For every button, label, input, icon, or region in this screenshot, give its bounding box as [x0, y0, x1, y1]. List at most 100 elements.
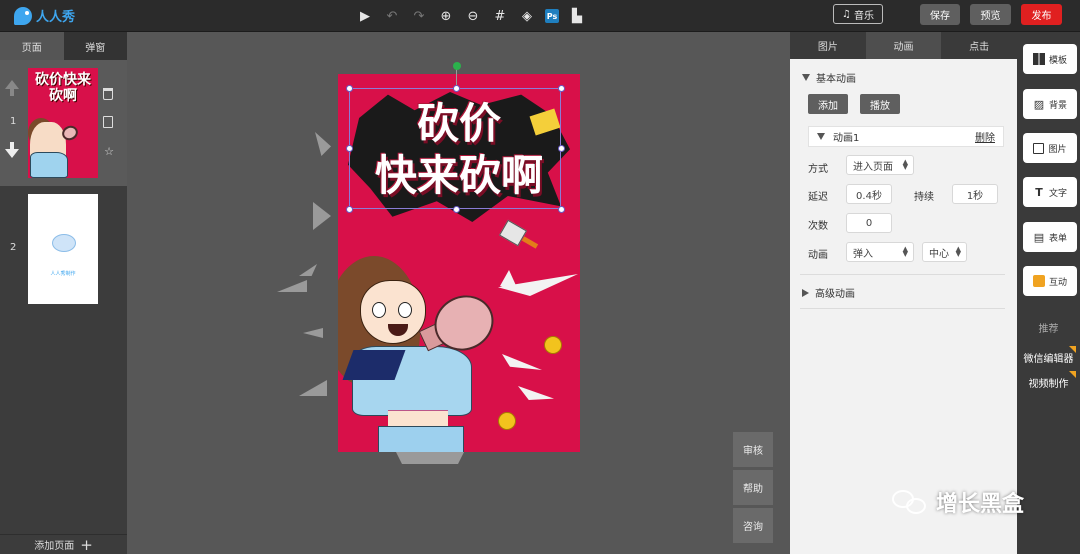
align-icon[interactable]: ▙	[568, 7, 586, 25]
tab-image[interactable]: 图片	[790, 32, 866, 59]
divider	[800, 308, 1005, 309]
play-animation-button[interactable]: 播放	[860, 94, 900, 114]
music-note-icon: ♫	[842, 8, 851, 20]
coin-icon	[544, 336, 562, 354]
mode-select[interactable]: 进入页面 ▲ ▼	[846, 155, 914, 175]
move-down-icon[interactable]	[5, 149, 19, 158]
divider	[800, 274, 1005, 275]
delay-label: 延迟	[808, 192, 828, 203]
count-input[interactable]: 0	[846, 213, 892, 233]
rotate-handle[interactable]	[453, 62, 461, 70]
add-animation-button[interactable]: 添加	[808, 94, 848, 114]
interaction-button[interactable]: 互动	[1023, 266, 1077, 296]
basic-animation-header[interactable]: 基本动画	[802, 70, 856, 85]
watermark: 增长黑盒	[892, 486, 1024, 518]
select-arrows-icon: ▲ ▼	[902, 158, 908, 171]
background-label: 背景	[1048, 100, 1067, 111]
collapse-icon	[802, 74, 810, 81]
thumbnail-shirt	[30, 152, 68, 178]
music-button[interactable]: ♫ 音乐	[833, 4, 883, 24]
offcanvas-shard	[315, 132, 331, 156]
tab-pages[interactable]: 页面	[0, 32, 64, 60]
save-button[interactable]: 保存	[920, 4, 960, 25]
resize-handle[interactable]	[346, 145, 353, 152]
video-making-link[interactable]: 视频制作	[1017, 371, 1080, 390]
resize-handle[interactable]	[346, 85, 353, 92]
background-icon: ▨	[1033, 97, 1045, 111]
text-label: 文字	[1048, 188, 1067, 199]
duration-input[interactable]: 1秒	[952, 184, 998, 204]
review-button[interactable]: 审核	[733, 432, 773, 468]
help-button[interactable]: 帮助	[733, 470, 773, 506]
offcanvas-skirt	[395, 450, 465, 464]
interaction-label: 互动	[1048, 277, 1067, 288]
animation-item[interactable]: 动画1 删除	[808, 126, 1004, 147]
thumbnail-caption: 人人秀制作	[50, 271, 76, 277]
delete-animation-link[interactable]: 删除	[975, 129, 995, 144]
page-item-1[interactable]: 1 砍价快来砍啊 ☆	[0, 60, 127, 186]
app-logo[interactable]: 人人秀	[14, 6, 75, 25]
layers-icon[interactable]: ◈	[518, 7, 536, 25]
pages-tabs: 页面 弹窗	[0, 32, 127, 60]
selection-box[interactable]	[349, 88, 561, 209]
tab-popups[interactable]: 弹窗	[63, 32, 127, 60]
bird-logo-icon	[14, 6, 32, 25]
wechat-editor-label: 微信编辑器	[1023, 354, 1074, 365]
animation-type-label: 动画	[808, 250, 828, 261]
play-icon[interactable]: ▶	[356, 7, 374, 25]
consult-button[interactable]: 咨询	[733, 508, 773, 544]
page-thumbnail-1[interactable]: 砍价快来砍啊	[28, 68, 98, 178]
resize-handle[interactable]	[453, 85, 460, 92]
wechat-editor-link[interactable]: 微信编辑器	[1017, 346, 1080, 365]
delay-input[interactable]: 0.4秒	[846, 184, 892, 204]
white-shard	[518, 386, 554, 400]
zoom-out-icon[interactable]: ⊖	[464, 7, 482, 25]
image-button[interactable]: 图片	[1023, 133, 1077, 163]
resize-handle[interactable]	[346, 206, 353, 213]
template-button[interactable]: 模板	[1023, 44, 1077, 74]
offcanvas-shard	[299, 380, 327, 396]
publish-button[interactable]: 发布	[1021, 4, 1062, 25]
redo-icon[interactable]: ↷	[410, 7, 428, 25]
recommend-label: 推荐	[1038, 324, 1059, 335]
offcanvas-shard	[303, 328, 323, 338]
plus-icon: +	[80, 535, 93, 554]
preview-button[interactable]: 预览	[970, 4, 1011, 25]
page-thumbnail-2[interactable]: 人人秀制作	[28, 194, 98, 304]
tab-click[interactable]: 点击	[941, 32, 1017, 59]
background-button[interactable]: ▨ 背景	[1023, 89, 1077, 119]
editor-canvas[interactable]: 砍价 快来砍啊 审核 帮助 咨询	[127, 32, 790, 554]
resize-handle[interactable]	[558, 145, 565, 152]
zoom-in-icon[interactable]: ⊕	[437, 7, 455, 25]
resize-handle[interactable]	[558, 85, 565, 92]
undo-icon[interactable]: ↶	[383, 7, 401, 25]
advanced-animation-title: 高级动画	[815, 289, 855, 300]
form-label: 表单	[1048, 233, 1067, 244]
form-button[interactable]: ▤ 表单	[1023, 222, 1077, 252]
animation-type-select[interactable]: 弹入 ▲ ▼	[846, 242, 914, 262]
star-icon[interactable]: ☆	[103, 144, 115, 158]
cleaver-sticker[interactable]	[498, 219, 528, 247]
resize-handle[interactable]	[453, 206, 460, 213]
animation-item-label: 动画1	[833, 133, 860, 144]
white-shard	[502, 354, 542, 370]
copy-icon[interactable]	[103, 116, 113, 128]
text-icon: T	[1035, 185, 1043, 199]
mode-value: 进入页面	[853, 161, 893, 173]
ps-icon[interactable]: Ps	[545, 9, 559, 23]
properties-tabs: 图片 动画 点击	[790, 32, 1017, 59]
expand-icon	[802, 288, 809, 297]
coin-icon	[498, 412, 516, 430]
tab-animation[interactable]: 动画	[865, 32, 942, 59]
thumbnail-title: 砍价快来砍啊	[35, 72, 91, 104]
girl-skirt	[378, 426, 464, 452]
grid-icon[interactable]: #	[491, 7, 509, 25]
direction-select[interactable]: 中心 ▲ ▼	[922, 242, 967, 262]
text-button[interactable]: T 文字	[1023, 177, 1077, 207]
trash-icon[interactable]	[103, 88, 113, 100]
resize-handle[interactable]	[558, 206, 565, 213]
animation-type-value: 弹入	[853, 248, 873, 260]
advanced-animation-header[interactable]: 高级动画	[802, 285, 855, 300]
image-icon	[1033, 142, 1045, 154]
add-page-button[interactable]: 添加页面 +	[0, 534, 127, 554]
